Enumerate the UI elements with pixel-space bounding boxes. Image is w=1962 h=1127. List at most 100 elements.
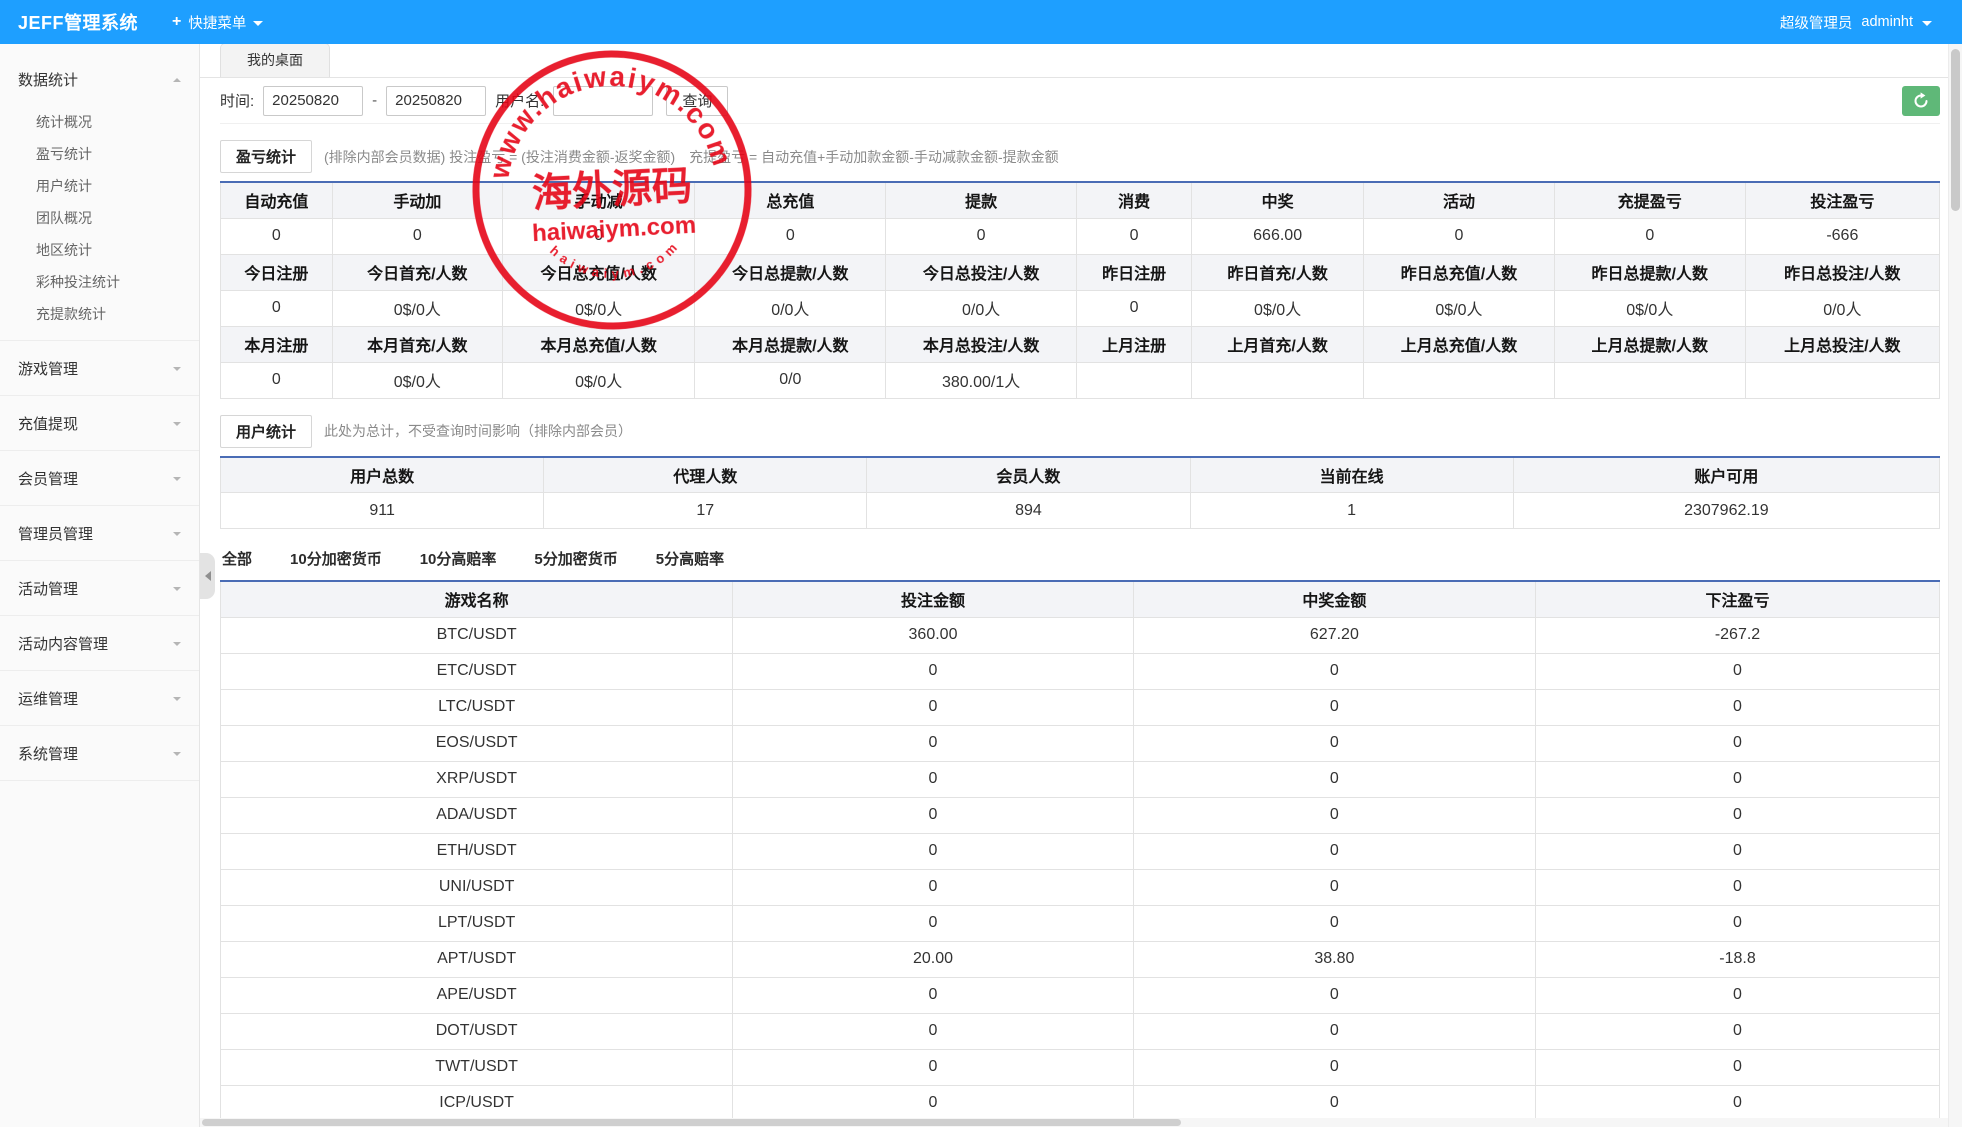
sidebar-subitem[interactable]: 彩种投注统计: [0, 266, 199, 298]
username-input[interactable]: [553, 86, 653, 116]
game-filter-tab[interactable]: 10分高赔率: [418, 545, 499, 572]
table-cell: 0: [886, 218, 1077, 254]
game-row: ICP/USDT 0 0 0: [221, 1085, 1940, 1121]
sidebar-subitem[interactable]: 团队概况: [0, 202, 199, 234]
table-header-cell: 今日总充值/人数: [502, 254, 695, 290]
table-cell: 0: [221, 362, 333, 398]
bet-amount-cell: 360.00: [733, 617, 1134, 653]
bet-profit-cell: 0: [1536, 653, 1940, 689]
sidebar-item[interactable]: 系统管理: [0, 726, 199, 780]
time-label: 时间:: [220, 90, 254, 111]
game-filter-tab[interactable]: 10分加密货币: [288, 545, 384, 572]
table-cell: 0: [1077, 290, 1192, 326]
bet-amount-cell: 0: [733, 761, 1134, 797]
refresh-button[interactable]: [1902, 86, 1940, 116]
bet-profit-cell: 0: [1536, 977, 1940, 1013]
table-header-cell: 手动减: [502, 182, 695, 218]
date-from-input[interactable]: [263, 86, 363, 116]
win-amount-cell: 0: [1133, 977, 1535, 1013]
bet-profit-cell: 0: [1536, 905, 1940, 941]
table-header-row: 用户总数代理人数会员人数当前在线账户可用: [221, 457, 1940, 493]
tab-my-desktop[interactable]: 我的桌面: [220, 44, 330, 77]
table-header-cell: 今日总提款/人数: [695, 254, 886, 290]
chevron-down-icon: [173, 367, 181, 371]
nav-label: 系统管理: [18, 743, 78, 764]
sidebar-subitem[interactable]: 盈亏统计: [0, 138, 199, 170]
bet-amount-cell: 0: [733, 653, 1134, 689]
vertical-scrollbar-thumb[interactable]: [1951, 49, 1960, 211]
nav-label: 会员管理: [18, 468, 78, 489]
sidebar-item[interactable]: 游戏管理: [0, 341, 199, 395]
horizontal-scrollbar-track[interactable]: [200, 1118, 1948, 1127]
win-amount-cell: 0: [1133, 761, 1535, 797]
bet-profit-cell: -267.2: [1536, 617, 1940, 653]
table-header-cell: 上月首充/人数: [1192, 326, 1364, 362]
table-header-cell: 昨日注册: [1077, 254, 1192, 290]
table-row: 00$/0人0$/0人0/0人0/0人00$/0人0$/0人0$/0人0/0人: [221, 290, 1940, 326]
table-cell: [1554, 362, 1745, 398]
sidebar-item[interactable]: 运维管理: [0, 671, 199, 725]
collapse-left-icon: [205, 571, 211, 581]
sidebar-item[interactable]: 管理员管理: [0, 506, 199, 560]
sidebar-item[interactable]: 活动内容管理: [0, 616, 199, 670]
profit-section-note: (排除内部会员数据) 投注盈亏 = (投注消费金额-返奖金额) 充提盈亏 = 自…: [324, 147, 1059, 167]
win-amount-cell: 0: [1133, 1085, 1535, 1121]
game-name-cell: EOS/USDT: [221, 725, 733, 761]
game-filter-tab[interactable]: 5分加密货币: [532, 545, 619, 572]
horizontal-scrollbar-thumb[interactable]: [202, 1119, 1181, 1126]
game-filter-tab[interactable]: 全部: [220, 545, 254, 572]
game-name-cell: ETC/USDT: [221, 653, 733, 689]
game-name-cell: BTC/USDT: [221, 617, 733, 653]
sidebar-item[interactable]: 会员管理: [0, 451, 199, 505]
table-header-cell: 上月注册: [1077, 326, 1192, 362]
bet-amount-cell: 0: [733, 797, 1134, 833]
win-amount-cell: 38.80: [1133, 941, 1535, 977]
chevron-down-icon: [173, 532, 181, 536]
sidebar-item-data-statistics[interactable]: 数据统计: [0, 52, 199, 106]
game-name-cell: APE/USDT: [221, 977, 733, 1013]
table-cell: [1745, 362, 1939, 398]
tab-strip: 我的桌面: [200, 44, 1962, 78]
table-header-cell: 充提盈亏: [1554, 182, 1745, 218]
table-header-cell: 上月总充值/人数: [1364, 326, 1555, 362]
sidebar-item[interactable]: 充值提现: [0, 396, 199, 450]
table-header-cell: 代理人数: [544, 457, 867, 493]
search-button[interactable]: 查询: [666, 86, 728, 116]
games-column-header: 投注金额: [733, 581, 1134, 617]
chevron-down-icon: [173, 477, 181, 481]
quick-menu-button[interactable]: + 快捷菜单: [162, 12, 273, 33]
table-header-cell: 账户可用: [1513, 457, 1939, 493]
sidebar-item[interactable]: 活动管理: [0, 561, 199, 615]
table-header-cell: 今日首充/人数: [332, 254, 502, 290]
game-row: DOT/USDT 0 0 0: [221, 1013, 1940, 1049]
game-name-cell: DOT/USDT: [221, 1013, 733, 1049]
table-cell: [1364, 362, 1555, 398]
game-name-cell: LTC/USDT: [221, 689, 733, 725]
sidebar-subitem[interactable]: 充提款统计: [0, 298, 199, 330]
sidebar-collapse-handle[interactable]: [200, 553, 215, 599]
game-filter-tab[interactable]: 5分高赔率: [654, 545, 726, 572]
chevron-down-icon: [173, 697, 181, 701]
vertical-scrollbar-track[interactable]: [1948, 44, 1962, 1127]
sidebar-subitem[interactable]: 地区统计: [0, 234, 199, 266]
chevron-down-icon: [173, 422, 181, 426]
main-content: 我的桌面 时间: - 用户名: 查询 盈亏统计 (排除内部会员数据) 投注盈亏 …: [200, 44, 1962, 1127]
table-cell: -666: [1745, 218, 1939, 254]
table-header-cell: 本月总提款/人数: [695, 326, 886, 362]
table-header-cell: 中奖: [1192, 182, 1364, 218]
user-section-note: 此处为总计，不受查询时间影响（排除内部会员）: [324, 421, 632, 441]
profit-section-head: 盈亏统计 (排除内部会员数据) 投注盈亏 = (投注消费金额-返奖金额) 充提盈…: [220, 140, 1940, 173]
nav-label: 数据统计: [18, 69, 78, 90]
user-menu[interactable]: 超级管理员 adminht: [1780, 12, 1962, 33]
date-range-separator: -: [372, 92, 377, 109]
bet-profit-cell: 0: [1536, 761, 1940, 797]
date-to-input[interactable]: [386, 86, 486, 116]
games-column-header: 下注盈亏: [1536, 581, 1940, 617]
game-row: EOS/USDT 0 0 0: [221, 725, 1940, 761]
bet-amount-cell: 0: [733, 1013, 1134, 1049]
chevron-down-icon: [253, 21, 263, 26]
table-header-cell: 活动: [1364, 182, 1555, 218]
game-row: XRP/USDT 0 0 0: [221, 761, 1940, 797]
sidebar-subitem[interactable]: 用户统计: [0, 170, 199, 202]
sidebar-subitem[interactable]: 统计概况: [0, 106, 199, 138]
